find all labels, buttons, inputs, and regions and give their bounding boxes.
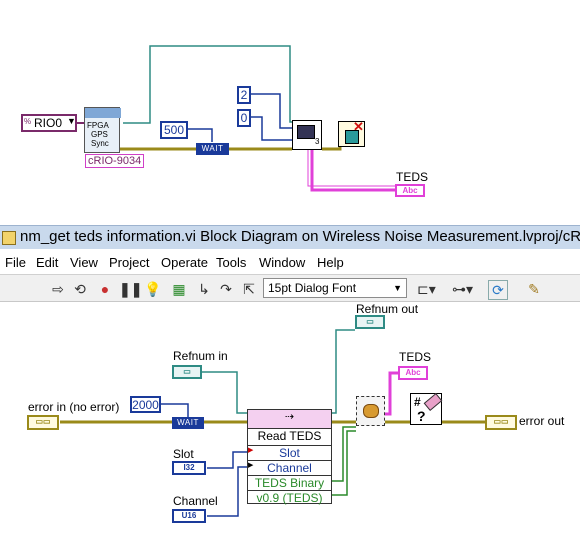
channel-label: Channel [173,494,218,508]
read-teds-node[interactable]: ⇢ Read TEDS Slot Channel TEDS Binary v0.… [247,409,332,505]
i32-type: I32 [183,463,195,472]
u16-type: U16 [181,511,197,520]
slot-terminal-arrow: ▶ [248,447,254,454]
gears-icon [363,404,379,418]
channel-terminal-arrow: ▶ [248,462,254,469]
error-in-control[interactable]: ▭▭ [27,415,59,430]
wait-function-bottom[interactable]: WAIT [172,417,204,429]
channel-row: Channel [248,460,331,475]
refnum-out-label: Refnum out [356,302,419,316]
teds-out-label: TEDS [399,350,432,364]
format-string-node[interactable]: # ? [410,393,443,425]
teds-binary-row: TEDS Binary [248,475,331,490]
node-header: ⇢ [248,410,331,429]
error-in-label: error in (no error) [28,400,120,414]
eraser-icon [423,393,443,411]
wait-2000-constant[interactable]: 2000 [130,396,161,413]
read-teds-title: Read TEDS [257,429,322,443]
unbundle-node[interactable] [356,396,385,426]
error-out-indicator[interactable]: ▭▭ [485,415,517,430]
slot-label: Slot [173,447,194,461]
teds-version-row: v0.9 (TEDS) [248,490,331,505]
question-icon: ? [417,408,426,424]
slot-row: Slot [248,445,331,460]
channel-control[interactable]: U16 [172,509,206,523]
refnum-out-indicator[interactable]: ▭ [355,315,385,329]
error-out-label: error out [519,414,565,428]
hash-icon: # [414,395,421,409]
slot-control[interactable]: I32 [172,461,206,475]
teds-out-indicator[interactable]: Abc [398,366,428,380]
refnum-in-control[interactable]: ▭ [172,365,202,379]
refnum-in-label: Refnum in [173,349,228,363]
